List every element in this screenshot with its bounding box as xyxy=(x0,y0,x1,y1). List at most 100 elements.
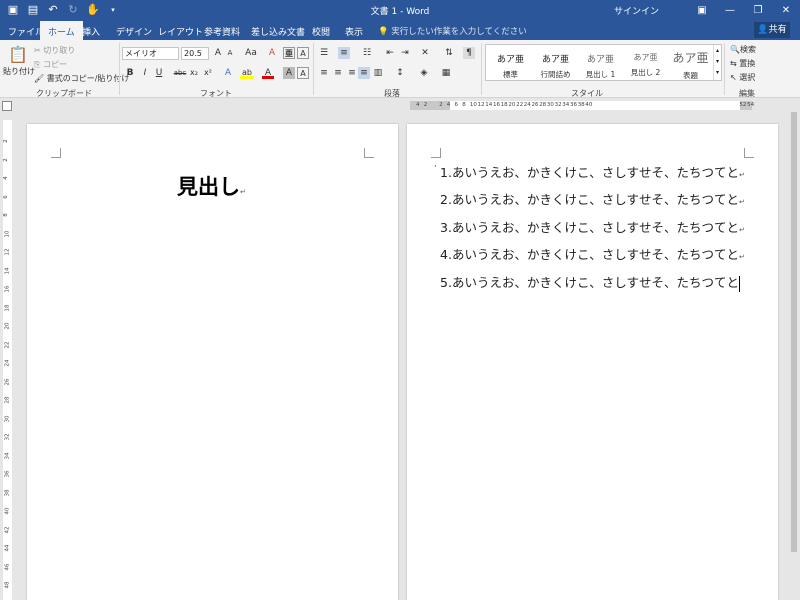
borders-icon[interactable]: ▦ xyxy=(440,67,452,79)
heading-text[interactable]: 見出し↵ xyxy=(177,171,246,201)
superscript-button[interactable]: x² xyxy=(202,67,214,79)
subscript-button[interactable]: x₂ xyxy=(188,67,200,79)
tab-file[interactable]: ファイル xyxy=(8,25,44,38)
cut-button[interactable]: ✂ 切り取り xyxy=(34,45,75,56)
style-normal[interactable]: あア亜 標準 xyxy=(488,47,533,80)
tab-view[interactable]: 表示 xyxy=(345,25,363,38)
ruler-tick-label: 2 xyxy=(2,139,9,143)
asian-layout-icon[interactable]: ✕ xyxy=(419,47,431,59)
increase-indent-icon[interactable]: ⇥ xyxy=(399,47,411,59)
style-no-spacing[interactable]: あア亜 行間詰め xyxy=(533,47,578,80)
justify-icon[interactable]: ≡ xyxy=(358,67,370,79)
bullets-icon[interactable]: ☰ xyxy=(318,47,330,59)
font-name-combo[interactable]: メイリオ xyxy=(122,47,179,60)
close-icon[interactable]: ✕ xyxy=(772,0,800,21)
strikethrough-button[interactable]: abc xyxy=(172,67,188,79)
style-heading-2[interactable]: あア亜 見出し 2 xyxy=(623,47,668,80)
font-color-icon[interactable]: A xyxy=(262,67,274,79)
grow-font-icon[interactable]: A xyxy=(212,47,224,59)
ruler-tick-label: 14 xyxy=(4,267,11,274)
replace-button[interactable]: ⇆ 置換 xyxy=(730,58,755,69)
list-item[interactable]: 4.あいうえお、かきくけこ、さしすせそ、たちつてと↵ xyxy=(440,244,745,263)
page-1[interactable]: 見出し↵ xyxy=(27,124,398,600)
ruler-tick-label: 34 xyxy=(562,102,570,108)
style-heading-1[interactable]: あア亜 見出し 1 xyxy=(578,47,623,80)
character-shading-icon[interactable]: A xyxy=(283,67,295,79)
multilevel-list-icon[interactable]: ☷ xyxy=(361,47,373,59)
tab-mailings[interactable]: 差し込み文書 xyxy=(251,25,305,38)
scroll-thumb[interactable] xyxy=(791,112,797,552)
change-case-icon[interactable]: Aa xyxy=(243,47,259,59)
tab-home[interactable]: ホーム xyxy=(40,21,83,40)
vertical-ruler[interactable]: 2 2 4 6 8 10 12 14 16 18 20 22 24 26 28 30 32 34 36 38 40 42 4… xyxy=(3,120,12,600)
style-sample: あア亜 xyxy=(496,55,524,65)
list-item[interactable]: 2.あいうえお、かきくけこ、さしすせそ、たちつてと↵ xyxy=(440,189,745,208)
numbering-icon[interactable]: ≡ xyxy=(338,47,350,59)
show-formatting-marks-icon[interactable]: ¶ xyxy=(463,47,475,59)
find-button[interactable]: 🔍検索 xyxy=(730,44,756,55)
distributed-icon[interactable]: ▥ xyxy=(372,67,384,79)
underline-button[interactable]: U xyxy=(153,67,165,79)
align-right-icon[interactable]: ≡ xyxy=(346,67,358,79)
copy-button[interactable]: ⎘ コピー xyxy=(34,59,67,70)
ruler-tick-label: 52 xyxy=(739,102,747,108)
paragraph-mark: ↵ xyxy=(738,198,745,206)
select-button[interactable]: ↖ 選択 xyxy=(730,72,755,83)
clear-formatting-icon[interactable]: A xyxy=(266,47,278,59)
phonetic-guide-icon[interactable]: 亜 xyxy=(283,47,295,59)
format-painter-button[interactable]: 🖌 書式のコピー/貼り付け xyxy=(34,73,129,84)
line-spacing-icon[interactable]: ↕ xyxy=(394,67,406,79)
list-item[interactable]: 3.あいうえお、かきくけこ、さしすせそ、たちつてと↵ xyxy=(440,217,745,236)
scissors-icon: ✂ xyxy=(34,46,41,55)
copy-icon: ⎘ xyxy=(34,60,41,69)
sort-icon[interactable]: ⇅ xyxy=(443,47,455,59)
share-button[interactable]: 👤共有 xyxy=(754,22,790,38)
bold-button[interactable]: B xyxy=(124,67,136,79)
character-border-icon[interactable]: A xyxy=(297,67,309,79)
paste-icon[interactable]: 📋 xyxy=(8,46,28,64)
align-left-icon[interactable]: ≡ xyxy=(318,67,330,79)
paste-button[interactable]: 貼り付け xyxy=(3,66,35,77)
list-item[interactable]: · 1.あいうえお、かきくけこ、さしすせそ、たちつてと↵ xyxy=(434,162,745,181)
tab-layout[interactable]: レイアウト xyxy=(158,25,203,38)
tab-design[interactable]: デザイン xyxy=(116,25,152,38)
signin-link[interactable]: サインイン xyxy=(614,4,659,17)
shading-icon[interactable]: ◈ xyxy=(418,67,430,79)
ruler-tick-label: 24 xyxy=(4,359,11,367)
tell-me-box[interactable]: 💡 実行したい作業を入力してください xyxy=(378,25,527,37)
font-size-combo[interactable]: 20.5 xyxy=(181,47,209,60)
paragraph-mark: ↵ xyxy=(240,188,246,196)
tab-references[interactable]: 参考資料 xyxy=(204,25,240,38)
shrink-font-icon[interactable]: A xyxy=(224,47,236,59)
crop-mark xyxy=(744,148,754,158)
text-effects-icon[interactable]: A xyxy=(222,67,234,79)
ruler-tick-label: 32 xyxy=(554,102,562,108)
page-2[interactable]: · 1.あいうえお、かきくけこ、さしすせそ、たちつてと↵ 2.あいうえお、かきくけ… xyxy=(407,124,778,600)
ribbon-display-options-icon[interactable]: ▣ xyxy=(688,0,716,21)
separator xyxy=(313,43,314,95)
tab-insert[interactable]: 挿入 xyxy=(82,25,100,38)
heading-content: 見出し xyxy=(177,175,240,199)
gallery-scroll[interactable]: ▴ ▾ ▾ xyxy=(713,45,721,80)
tab-selector[interactable] xyxy=(2,101,12,111)
italic-button[interactable]: I xyxy=(139,67,151,79)
ruler-tick-label: 30 xyxy=(4,415,11,422)
list-item[interactable]: 5.あいうえお、かきくけこ、さしすせそ、たちつてと xyxy=(440,272,740,292)
align-center-icon[interactable]: ≡ xyxy=(332,67,344,79)
highlight-color-icon[interactable]: ab xyxy=(240,67,254,79)
horizontal-ruler[interactable]: 4 2 2 4 6 8 10 12 14 16 18 20 22 24 26 28 30 32 34 36 38 40 52… xyxy=(410,101,754,110)
tab-review[interactable]: 校閲 xyxy=(312,25,330,38)
search-icon: 🔍 xyxy=(730,45,740,54)
styles-gallery[interactable]: あア亜 標準 あア亜 行間詰め あア亜 見出し 1 あア亜 見出し 2 あア亜 … xyxy=(485,44,722,81)
minimize-icon[interactable]: — xyxy=(716,0,744,21)
title-bar: ▣ ▤ ↶ ↻ ✋ ▾ 文書 1 - Word サインイン ▣ — ❐ ✕ xyxy=(0,0,800,21)
person-icon: 👤 xyxy=(757,25,769,35)
copy-label: コピー xyxy=(42,60,67,69)
vertical-scrollbar[interactable] xyxy=(788,112,800,600)
ruler-tick-label: 34 xyxy=(4,452,11,459)
restore-icon[interactable]: ❐ xyxy=(744,0,772,21)
style-title[interactable]: あア亜 表題 xyxy=(668,47,713,80)
enclose-characters-icon[interactable]: A xyxy=(297,47,309,59)
decrease-indent-icon[interactable]: ⇤ xyxy=(384,47,396,59)
ruler-tick-label: 38 xyxy=(577,102,585,108)
